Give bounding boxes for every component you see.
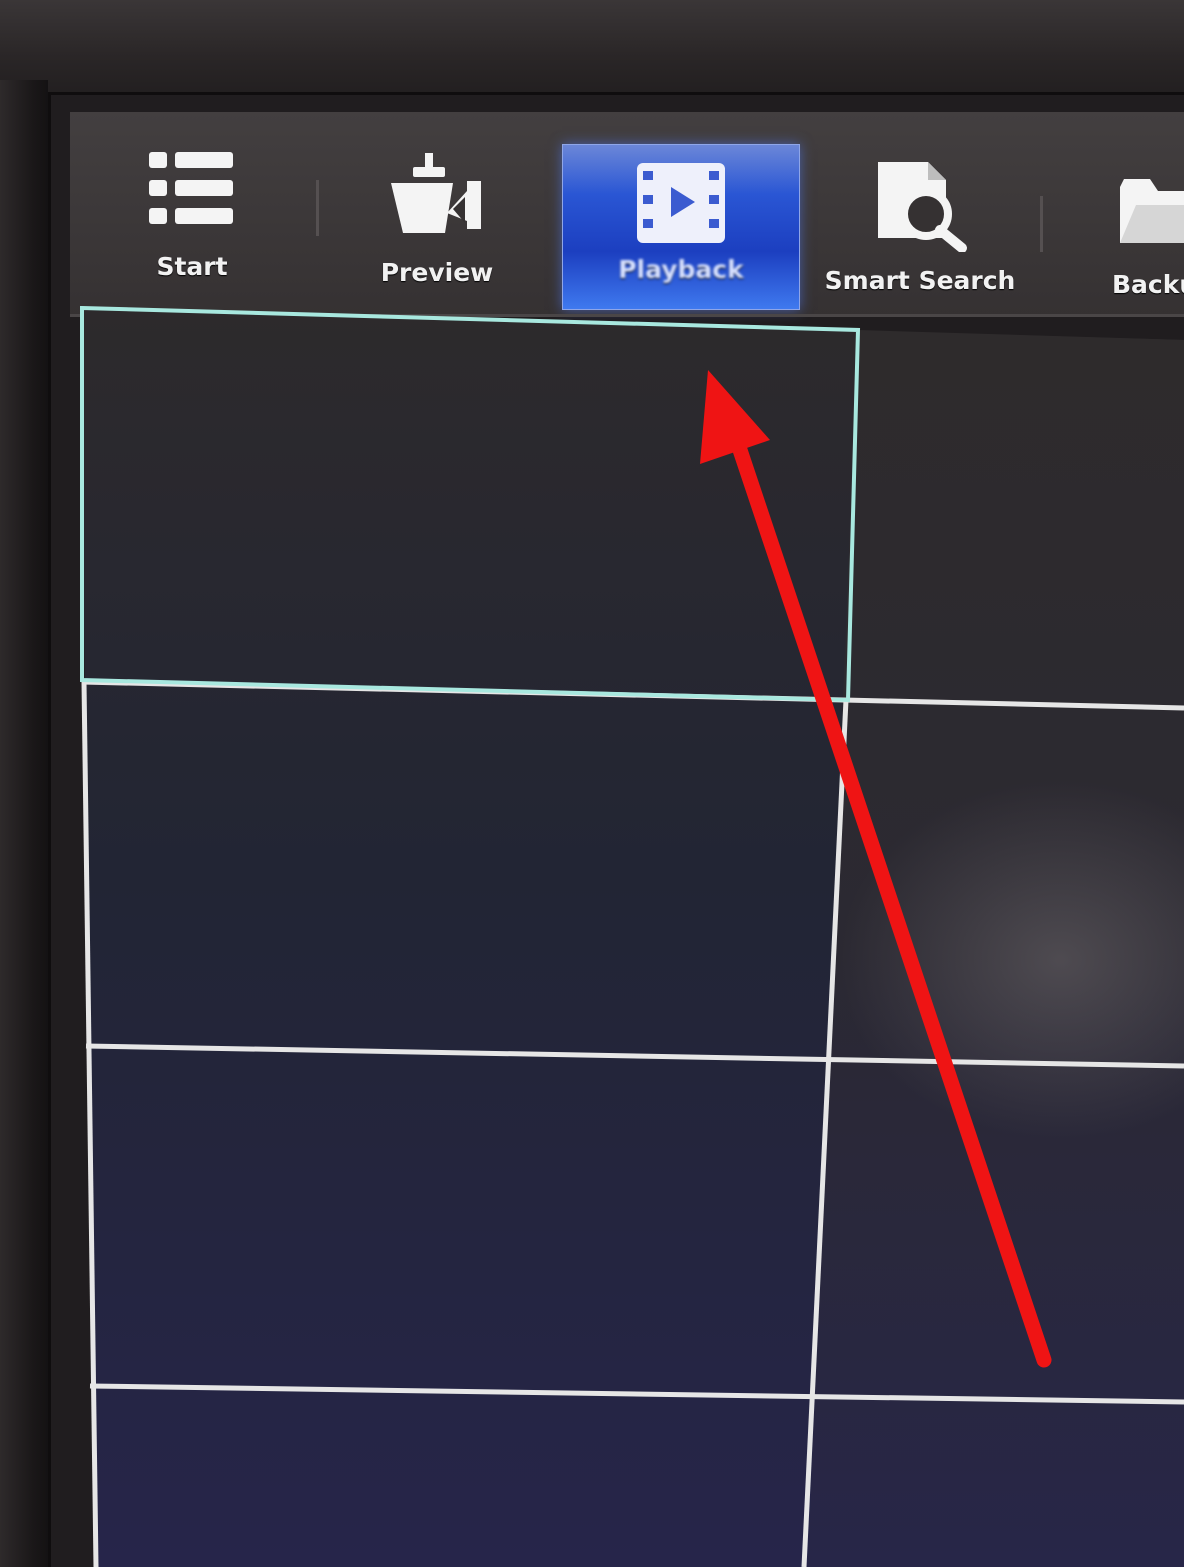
monitor-bezel-left	[0, 80, 48, 1567]
menu-item-label: Smart Search	[824, 266, 1016, 295]
menu-item-label: Start	[156, 252, 228, 281]
channel-cell-8[interactable]	[810, 1400, 1184, 1567]
channel-cell-4[interactable]	[832, 706, 1184, 1064]
menu-item-label: Preview	[380, 258, 494, 287]
channel-cell-5[interactable]	[88, 1048, 826, 1394]
channel-cell-1[interactable]	[84, 310, 856, 698]
menu-separator	[316, 180, 319, 236]
camera-icon	[387, 148, 487, 244]
menu-item-start[interactable]: Start	[122, 128, 262, 308]
menu-item-label: Playback	[618, 255, 744, 284]
list-icon	[142, 142, 242, 238]
document-search-icon	[870, 156, 970, 252]
menu-item-label: Backu	[1112, 270, 1184, 299]
dvr-screen-photo: Start Preview Playback Smart Search Back	[0, 0, 1184, 1567]
menu-separator	[1040, 196, 1043, 252]
channel-cell-3[interactable]	[84, 684, 842, 1052]
folder-icon	[1114, 160, 1184, 256]
channel-cell-2[interactable]	[848, 334, 1184, 706]
menu-item-backup[interactable]: Backu	[1104, 146, 1184, 326]
channel-cell-7[interactable]	[92, 1388, 814, 1567]
menu-item-playback[interactable]: Playback	[562, 144, 800, 310]
menu-item-smart-search[interactable]: Smart Search	[822, 142, 1018, 322]
film-play-icon	[631, 155, 731, 251]
channel-cell-6[interactable]	[818, 1058, 1184, 1400]
menu-item-preview[interactable]: Preview	[362, 134, 512, 314]
monitor-bezel-top	[0, 0, 1184, 95]
